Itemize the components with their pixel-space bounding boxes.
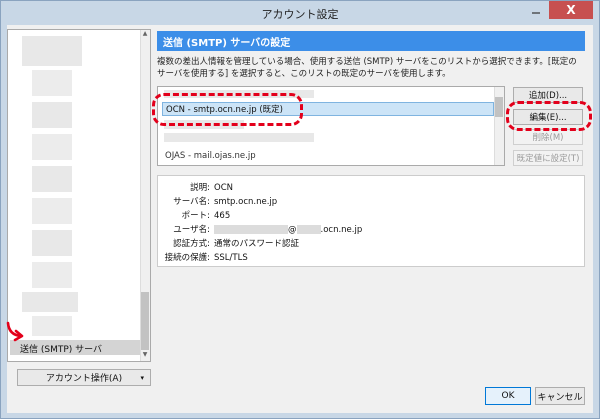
blurred-tree-item xyxy=(32,70,72,96)
blurred-list-row xyxy=(164,133,314,142)
blurred-tree-item xyxy=(32,134,72,160)
scroll-up-icon[interactable]: ▲ xyxy=(140,30,150,40)
list-scrollbar[interactable] xyxy=(494,87,504,165)
minimize-icon[interactable] xyxy=(523,1,549,19)
ok-button[interactable]: OK xyxy=(485,387,531,405)
panel-header: 送信 (SMTP) サーバの設定 xyxy=(157,31,585,51)
blurred-tree-item xyxy=(32,198,72,224)
tree-scrollbar[interactable]: ▲ ▼ xyxy=(140,30,150,361)
account-tree[interactable]: 送信 (SMTP) サーバ ▲ ▼ xyxy=(7,29,151,362)
detail-server-name: サーバ名: smtp.ocn.ne.jp xyxy=(173,197,278,207)
tree-scroll-thumb[interactable] xyxy=(141,292,149,350)
detail-auth-method: 認証方式: 通常のパスワード認証 xyxy=(173,239,300,249)
detail-description: 説明: OCN xyxy=(190,183,233,193)
chevron-down-icon: ▾ xyxy=(140,373,144,382)
blurred-tree-item xyxy=(32,316,72,336)
annotation-highlight-server xyxy=(152,93,303,126)
blurred-tree-item xyxy=(32,102,72,128)
title-bar[interactable]: アカウント設定 X xyxy=(1,1,599,25)
annotation-highlight-edit xyxy=(506,101,592,131)
blurred-tree-item xyxy=(22,36,82,66)
delete-server-button[interactable]: 削除(M) xyxy=(513,129,583,145)
close-icon[interactable]: X xyxy=(549,1,593,19)
blurred-tree-item xyxy=(22,292,78,312)
list-scroll-thumb[interactable] xyxy=(495,97,503,117)
tree-item-smtp-server[interactable]: 送信 (SMTP) サーバ xyxy=(10,340,140,355)
detail-connection-security: 接続の保護: SSL/TLS xyxy=(164,253,248,263)
tree-item-label: 送信 (SMTP) サーバ xyxy=(20,345,103,355)
window-controls: X xyxy=(523,1,593,19)
account-actions-button[interactable]: アカウント操作(A) ▾ xyxy=(17,369,151,386)
set-default-button[interactable]: 既定値に設定(T) xyxy=(513,150,583,166)
window-title: アカウント設定 xyxy=(261,8,339,21)
account-actions-label: アカウント操作(A) xyxy=(45,374,123,384)
detail-username: ユーザ名: @ .ocn.ne.jp xyxy=(173,225,363,235)
account-settings-window: アカウント設定 X 送信 (SMTP) サーバ ▲ ▼ アカウント操作(A) ▾… xyxy=(0,0,600,419)
annotation-arrow-icon xyxy=(6,321,24,342)
server-details: 説明: OCN サーバ名: smtp.ocn.ne.jp ポート: 465 ユー… xyxy=(157,175,585,267)
server-row-partial[interactable]: OJAS - mail.ojas.ne.jp xyxy=(162,149,494,163)
blurred-tree-item xyxy=(32,262,72,288)
panel-description: 複数の差出人情報を管理している場合、使用する送信 (SMTP) サーバをこのリス… xyxy=(157,57,577,79)
dialog-client: 送信 (SMTP) サーバ ▲ ▼ アカウント操作(A) ▾ 送信 (SMTP)… xyxy=(6,25,593,413)
cancel-button[interactable]: キャンセル xyxy=(535,387,585,405)
redacted-domain xyxy=(296,225,321,234)
detail-port: ポート: 465 xyxy=(181,211,231,221)
blurred-tree-item xyxy=(32,166,72,192)
blurred-tree-item xyxy=(32,230,72,256)
redacted-username xyxy=(214,225,288,234)
scroll-down-icon[interactable]: ▼ xyxy=(140,351,150,361)
